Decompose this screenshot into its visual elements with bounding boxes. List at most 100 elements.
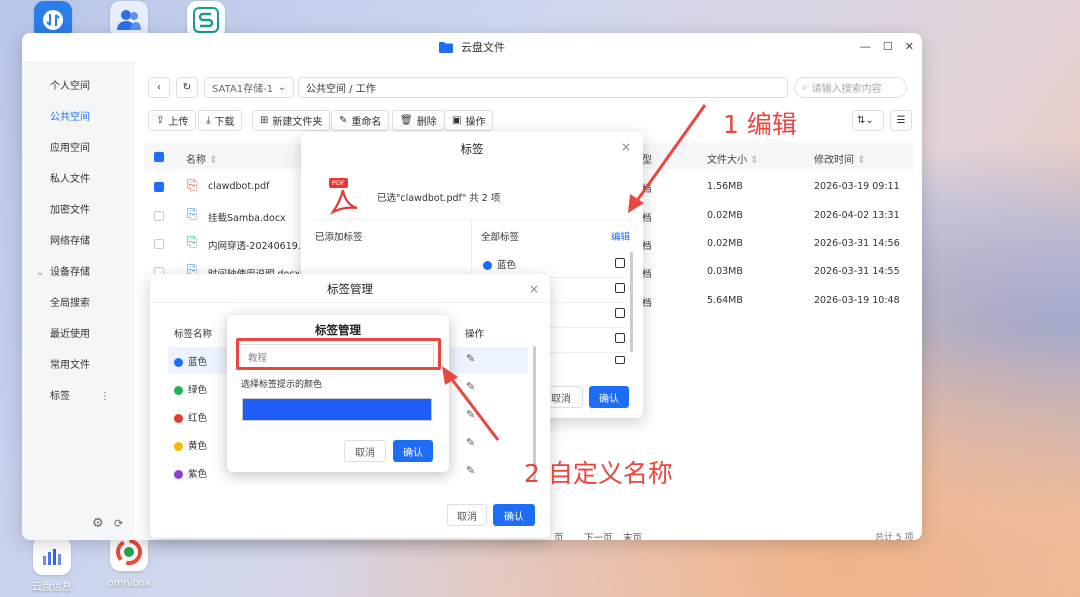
edit-pencil-icon[interactable]: ✎ [466,380,475,393]
tag-item-blue[interactable]: 蓝色 [483,257,516,271]
row-checkbox[interactable] [154,239,164,249]
add-folder-icon: ⊞ [260,115,269,126]
tag-row-red[interactable]: 红色 [174,410,207,424]
confirm-button[interactable]: 确认 [589,386,629,408]
sidebar-item-device-label: 设备存储 [50,267,90,278]
confirm-button[interactable]: 确认 [493,504,535,526]
col-header-modified-label: 修改时间 [814,155,854,166]
col-header-name[interactable]: 名称 ⇕ [186,151,218,166]
sidebar-item-tags-label: 标签 [50,391,70,402]
maximize-icon[interactable]: ☐ [883,40,893,53]
close-icon[interactable]: ✕ [905,40,914,53]
chevron-down-icon: ⌄ [36,267,45,278]
file-type: 档 [642,269,652,280]
tag-name: 紫色 [188,469,208,480]
edit-tags-link[interactable]: 编辑 [611,229,630,243]
tag-row-green[interactable]: 绿色 [174,382,207,396]
settings-gear-icon[interactable]: ⚙ [92,516,104,531]
upload-button[interactable]: ⇪ 上传 [148,110,197,131]
path-text: 公共空间 / 工作 [306,84,376,95]
sidebar: 个人空间 公共空间 应用空间 私人文件 加密文件 网络存储 ⌄ 设备存储 全局搜索… [22,61,134,540]
col-header-size[interactable]: 文件大小 ⇕ [707,151,759,166]
tag-row-purple[interactable]: 紫色 [174,466,207,480]
users-icon [117,10,141,30]
transfer-icon [43,10,63,30]
sidebar-item-tags[interactable]: 标签 ⋮ [22,381,134,412]
edit-pencil-icon[interactable]: ✎ [466,436,475,449]
edit-pencil-icon[interactable]: ✎ [466,352,475,365]
file-name: clawdbot.pdf [208,181,270,192]
minimize-icon[interactable]: — [860,40,871,53]
selected-summary: 已选"clawdbot.pdf" 共 2 项 [377,193,501,204]
select-all-checkbox[interactable] [154,152,164,162]
scrollbar[interactable] [630,252,633,352]
file-modified: 2026-03-19 10:48 [814,295,900,306]
tag-checkbox[interactable] [615,283,625,293]
close-icon[interactable]: × [529,282,539,296]
search-icon: ⌕ [802,82,808,93]
edit-pencil-icon[interactable]: ✎ [466,408,475,421]
all-tags-label: 全部标签 [481,232,520,243]
tag-name: 黄色 [188,441,208,452]
tag-color-dot [174,470,183,479]
refresh-icon[interactable]: ⟳ [114,517,123,530]
annotation-step1: 1 编辑 [723,110,797,139]
tag-checkbox[interactable] [615,308,625,318]
pagination-next[interactable]: 下一页 [584,530,613,540]
sidebar-item-public[interactable]: 公共空间 [22,102,134,133]
pagination-last[interactable]: 末页 [623,530,642,540]
actions-button[interactable]: ▣ 操作 [444,110,494,131]
cancel-button[interactable]: 取消 [344,440,386,462]
file-type: 档 [642,213,652,224]
col-header-modified[interactable]: 修改时间 ⇕ [814,151,866,166]
delete-button[interactable]: 🗑 删除 [392,110,445,131]
back-button[interactable]: ‹ [148,77,170,98]
sidebar-item-search[interactable]: 全局搜索 [22,288,134,319]
col-header-type[interactable]: 型 [642,151,652,166]
pdf-file-icon: PDF [325,176,365,216]
sidebar-item-encrypted[interactable]: 加密文件 [22,195,134,226]
path-breadcrumb[interactable]: 公共空间 / 工作 [298,77,788,98]
color-picker-swatch[interactable] [242,398,432,421]
sidebar-item-frequent[interactable]: 常用文件 [22,350,134,381]
added-tags-label: 已添加标签 [315,232,363,243]
file-modified: 2026-04-02 13:31 [814,210,900,221]
more-vertical-icon[interactable]: ⋮ [100,381,110,412]
actions-label: 操作 [465,117,486,128]
sidebar-item-recent[interactable]: 最近使用 [22,319,134,350]
sidebar-item-private[interactable]: 私人文件 [22,164,134,195]
new-folder-button[interactable]: ⊞ 新建文件夹 [252,110,331,131]
row-checkbox[interactable] [154,182,164,192]
bar-chart-icon [43,549,61,565]
tag-checkbox[interactable] [615,356,625,364]
storage-select[interactable]: SATA1存储-1 ⌄ [204,77,294,98]
edit-pencil-icon[interactable]: ✎ [466,464,475,477]
tag-row-yellow[interactable]: 黄色 [174,438,207,452]
confirm-button[interactable]: 确认 [393,440,433,462]
search-input[interactable]: ⌕ 请输入搜索内容 [794,77,907,98]
tag-checkbox[interactable] [615,333,625,343]
row-checkbox[interactable] [154,211,164,221]
tag-row-blue[interactable]: 蓝色 [174,354,207,368]
pagination-prev-suffix: 页 [554,533,564,540]
chevron-left-icon: ‹ [157,82,161,93]
trash-icon: 🗑 [400,115,413,126]
sidebar-item-app[interactable]: 应用空间 [22,133,134,164]
sort-button[interactable]: ⇅⌄ [852,110,884,131]
tag-management-title: 标签管理 [327,282,373,296]
refresh-button[interactable]: ↻ [176,77,198,98]
close-icon[interactable]: × [621,140,631,154]
window-titlebar: 云盘文件 — ☐ ✕ [22,33,922,61]
sidebar-item-device[interactable]: ⌄ 设备存储 [22,257,134,288]
file-modified: 2026-03-31 14:56 [814,238,900,249]
color-picker-label: 选择标签提示的颜色 [241,380,323,390]
cancel-button[interactable]: 取消 [447,504,487,526]
app-icon-cloud-info[interactable] [33,537,71,575]
tag-checkbox[interactable] [615,258,625,268]
rename-button[interactable]: ✎ 重命名 [331,110,390,131]
sidebar-item-network[interactable]: 网络存储 [22,226,134,257]
file-size: 0.03MB [707,266,743,277]
sidebar-item-personal[interactable]: 个人空间 [22,71,134,102]
download-button[interactable]: ⤓ 下载 [198,110,243,131]
view-toggle-button[interactable]: ☰ [890,110,912,131]
